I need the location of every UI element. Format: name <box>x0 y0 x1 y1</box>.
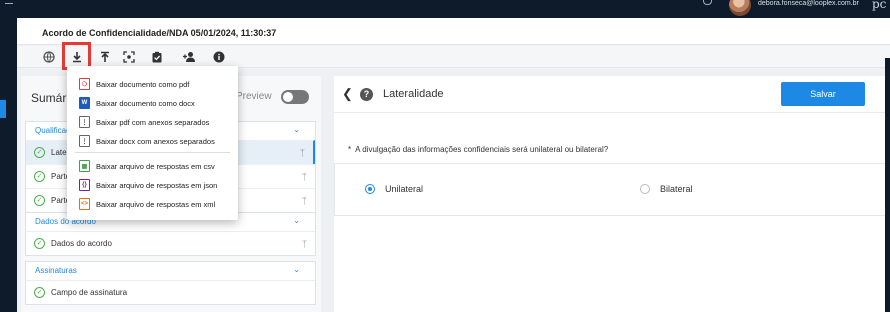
radio-selected[interactable] <box>365 184 375 194</box>
menu-item-download-pdf-attachments[interactable]: ⋮ Baixar pdf com anexos separados <box>67 113 238 131</box>
branch-icon[interactable]: ᛉ <box>300 148 305 158</box>
menu-item-label: Baixar arquivo de respostas em json <box>96 180 218 190</box>
question-label: A divulgação das informações confidencia… <box>355 145 609 154</box>
clipboard-check-icon[interactable] <box>149 49 165 65</box>
option-label: Bilateral <box>660 184 693 194</box>
page-title: Acordo de Confidencialidade/NDA 05/01/20… <box>42 28 277 38</box>
app-logo: pc <box>872 0 887 11</box>
download-menu: ❍ Baixar documento como pdf W Baixar doc… <box>67 66 238 220</box>
left-nav-active-marker <box>0 100 6 118</box>
avatar[interactable] <box>729 0 751 16</box>
back-chevron-icon[interactable]: ❮ <box>342 86 353 102</box>
chevron-down-icon[interactable]: ⌄ <box>293 216 300 225</box>
summary-item-label: Dados do acordo <box>51 239 112 248</box>
question-text: * A divulgação das informações confidenc… <box>348 145 608 154</box>
json-icon: {} <box>79 179 90 191</box>
check-circle-icon: ✓ <box>34 287 45 298</box>
section-header[interactable]: Assinaturas ⌄ <box>26 262 315 280</box>
branch-icon[interactable]: ᛉ <box>302 172 307 182</box>
xml-icon: <> <box>79 198 90 210</box>
preview-toggle[interactable] <box>281 90 309 104</box>
chevron-down-icon[interactable]: ⌄ <box>293 125 300 134</box>
menu-item-label: Baixar documento como pdf <box>96 79 190 89</box>
check-circle-icon: ✓ <box>34 171 45 182</box>
branch-icon[interactable]: ᛉ <box>302 196 307 206</box>
menu-item-download-csv[interactable]: ▦ Baixar arquivo de respostas em csv <box>67 157 238 175</box>
menu-item-label: Baixar documento como docx <box>96 98 195 108</box>
menu-item-download-json[interactable]: {} Baixar arquivo de respostas em json <box>67 176 238 194</box>
info-icon[interactable] <box>211 49 227 65</box>
menu-item-label: Baixar docx com anexos separados <box>96 136 215 146</box>
zip-icon: ⋮ <box>79 135 90 147</box>
radio-unselected[interactable] <box>640 184 650 194</box>
upload-icon[interactable] <box>97 49 113 65</box>
required-marker: * <box>348 145 352 154</box>
preview-label: Preview <box>236 91 272 102</box>
menu-item-download-docx[interactable]: W Baixar documento como docx <box>67 94 238 112</box>
check-circle-icon: ✓ <box>34 195 45 206</box>
branch-icon[interactable]: ᛉ <box>302 239 307 249</box>
notification-bell-icon[interactable] <box>703 0 712 5</box>
menu-item-label: Baixar arquivo de respostas em xml <box>96 199 216 209</box>
question-panel: ❮ ? Lateralidade Salvar * A divulgação d… <box>334 76 890 312</box>
top-navbar: debora.fonseca@looplex.com.br pc <box>0 0 890 18</box>
radio-group: Unilateral Bilateral <box>334 163 886 216</box>
section-title: Assinaturas <box>35 266 77 275</box>
help-icon[interactable]: ? <box>360 88 373 101</box>
summary-item-campo-de-assinatura[interactable]: ✓ Campo de assinatura <box>26 280 315 304</box>
document-toolbar <box>17 46 890 68</box>
question-panel-header: ❮ ? Lateralidade Salvar <box>334 76 890 113</box>
left-nav-strip <box>0 18 17 312</box>
save-button[interactable]: Salvar <box>781 82 865 106</box>
question-panel-title: Lateralidade <box>383 88 444 100</box>
summary-item-dados-do-acordo[interactable]: ✓ Dados do acordo ᛉ <box>26 231 315 255</box>
menu-item-label: Baixar arquivo de respostas em csv <box>96 161 215 171</box>
chevron-down-icon[interactable]: ⌄ <box>293 265 300 274</box>
menu-divider <box>75 152 230 153</box>
capture-icon[interactable] <box>121 49 137 65</box>
globe-icon[interactable] <box>41 49 57 65</box>
section-card-assinaturas: Assinaturas ⌄ ✓ Campo de assinatura <box>25 261 316 305</box>
menu-item-download-xml[interactable]: <> Baixar arquivo de respostas em xml <box>67 195 238 213</box>
check-circle-icon: ✓ <box>34 238 45 249</box>
menu-item-label: Baixar pdf com anexos separados <box>96 117 210 127</box>
option-label: Unilateral <box>385 184 424 194</box>
summary-item-label: Campo de assinatura <box>51 288 128 297</box>
user-email[interactable]: debora.fonseca@looplex.com.br <box>758 0 859 7</box>
check-circle-icon: ✓ <box>34 147 45 158</box>
word-icon: W <box>79 97 90 109</box>
document-header: Acordo de Confidencialidade/NDA 05/01/20… <box>17 18 890 45</box>
right-edge-strip <box>885 58 890 312</box>
option-bilateral[interactable]: Bilateral <box>640 184 693 194</box>
menu-icon[interactable] <box>5 0 13 4</box>
zip-icon: ⋮ <box>79 116 90 128</box>
menu-item-download-pdf[interactable]: ❍ Baixar documento como pdf <box>67 75 238 93</box>
add-user-icon[interactable] <box>181 49 197 65</box>
menu-item-download-docx-attachments[interactable]: ⋮ Baixar docx com anexos separados <box>67 132 238 150</box>
option-unilateral[interactable]: Unilateral <box>365 184 423 194</box>
csv-icon: ▦ <box>79 160 90 172</box>
pdf-icon: ❍ <box>79 78 90 90</box>
